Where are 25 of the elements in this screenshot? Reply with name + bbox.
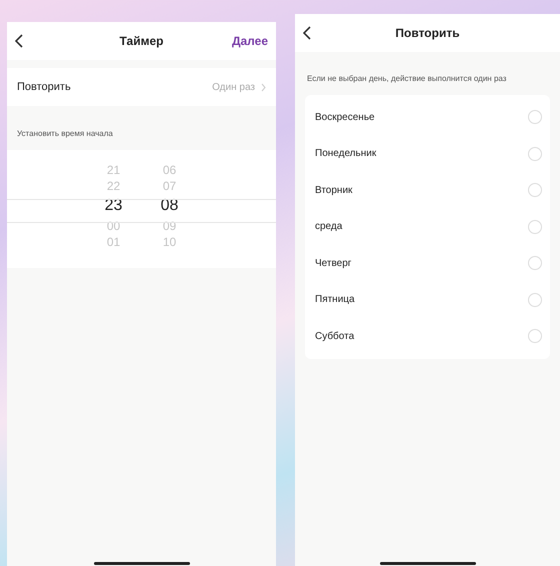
day-row[interactable]: Воскресенье [305, 99, 550, 136]
day-row[interactable]: Пятница [305, 282, 550, 318]
hint-text: Если не выбран день, действие выполнится один раз [307, 74, 506, 83]
day-row[interactable]: Вторник [305, 172, 550, 208]
day-label: Воскресенье [315, 110, 375, 125]
chevron-icon [261, 82, 266, 92]
repeat-row[interactable]: Повторить Один раз [7, 68, 276, 106]
day-label: Пятница [315, 293, 355, 308]
back-icon[interactable] [303, 25, 313, 41]
day-row[interactable]: Суббота [305, 318, 550, 354]
day-label: Понедельник [315, 147, 376, 162]
day-label: Четверг [315, 256, 352, 271]
day-label: среда [315, 220, 342, 234]
next-button[interactable]: Далее [232, 32, 268, 50]
row-value: Один раз [212, 80, 255, 94]
day-label: Вторник [315, 184, 352, 198]
section-label: Установить время начала [17, 129, 113, 138]
back-icon[interactable] [15, 33, 25, 49]
day-label: Суббота [315, 330, 354, 344]
screen-title: Таймер [120, 33, 164, 50]
screen-title: Повторить [395, 25, 460, 42]
day-row[interactable]: среда [305, 208, 550, 245]
day-row[interactable]: Понедельник [305, 136, 550, 172]
row-label: Повторить [17, 80, 71, 95]
day-row[interactable]: Четверг [305, 245, 550, 282]
